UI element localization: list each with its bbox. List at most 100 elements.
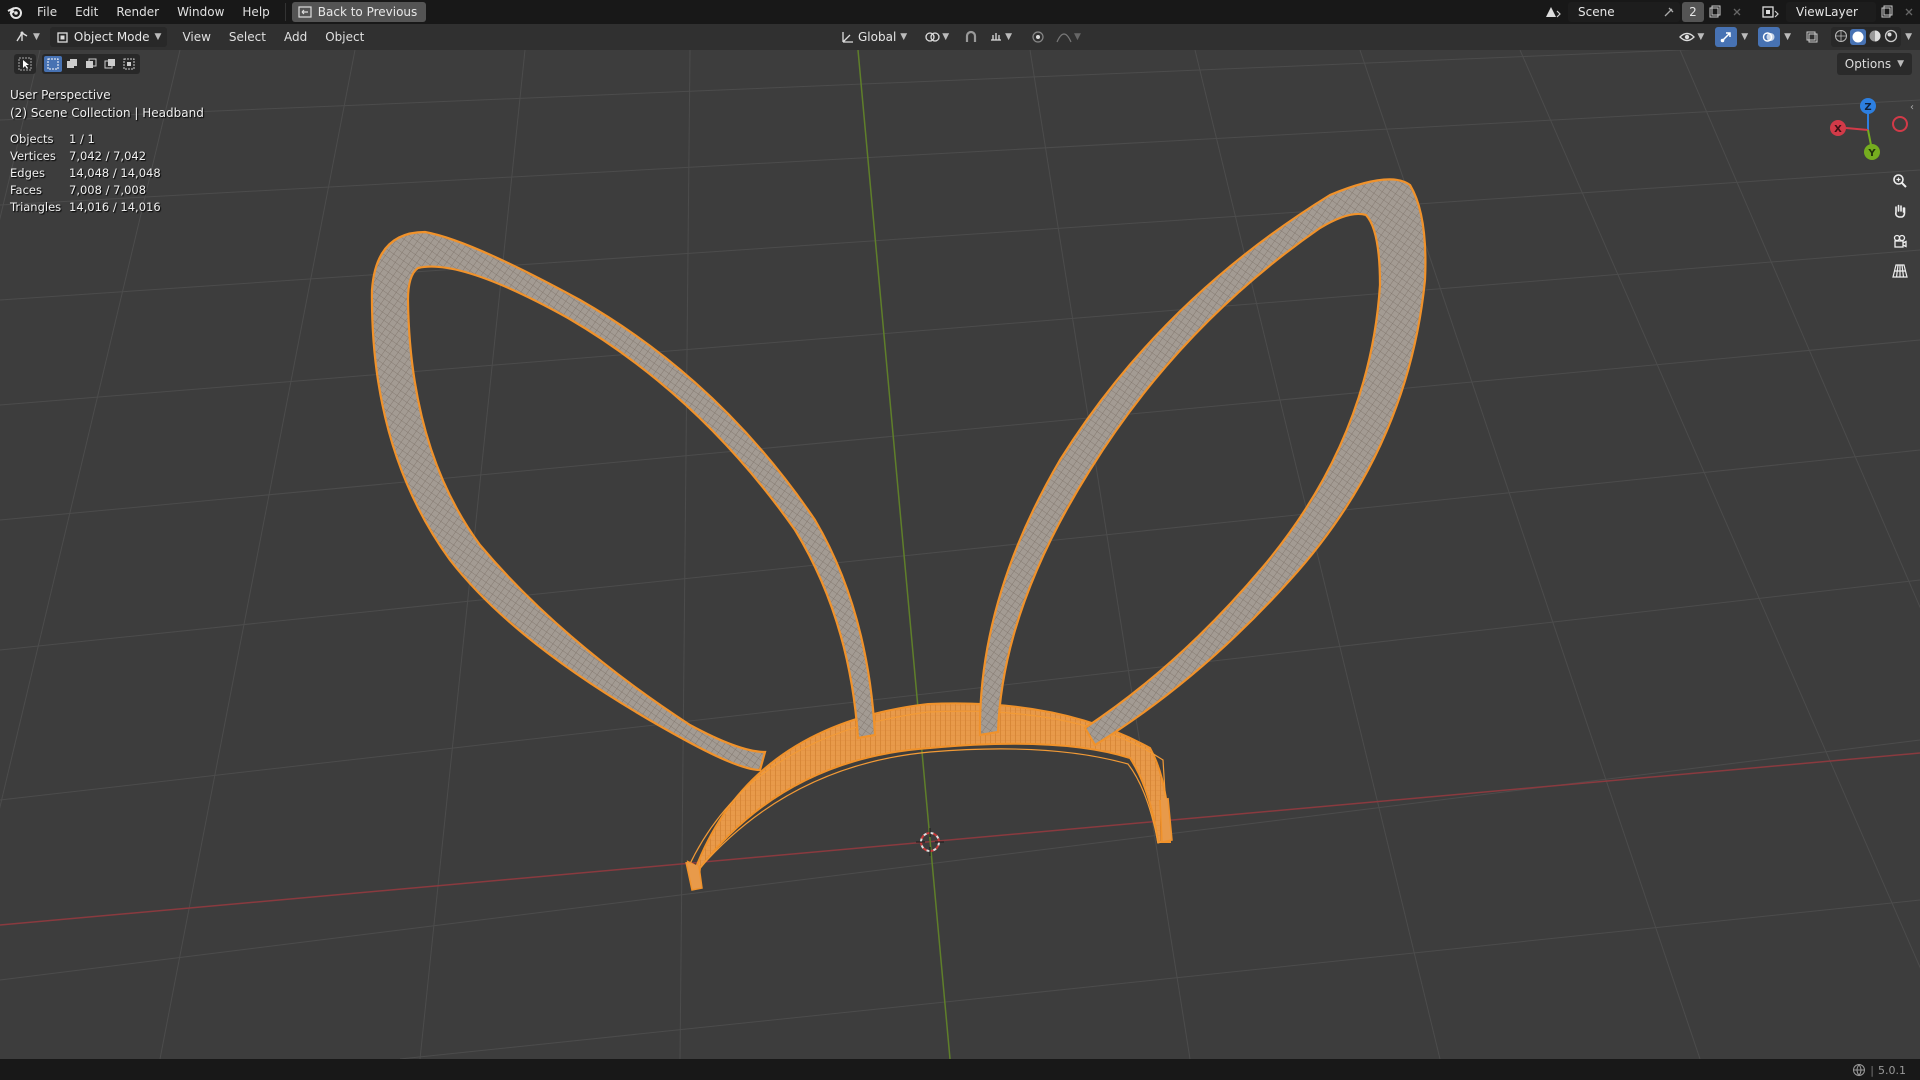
chevron-down-icon[interactable]: ▼ <box>1784 32 1791 42</box>
stat-value: 14,048 / 14,048 <box>69 166 161 180</box>
new-scene-icon[interactable] <box>1704 2 1726 22</box>
solid-shading-icon[interactable] <box>1850 29 1867 45</box>
menu-window[interactable]: Window <box>168 0 233 24</box>
xray-toggle[interactable] <box>1801 27 1823 47</box>
topbar-right: Scene 2 ViewLayer <box>1540 0 1920 24</box>
visibility-dropdown[interactable]: ▼ <box>1676 27 1707 47</box>
stat-label: Vertices <box>10 149 56 163</box>
gizmo-z-label: Z <box>1864 102 1871 113</box>
tool-row <box>14 54 140 74</box>
viewlayer-name-field[interactable]: ViewLayer <box>1786 5 1858 19</box>
menu-file[interactable]: File <box>28 0 66 24</box>
grid-icon <box>1892 264 1908 278</box>
viewport-background <box>0 50 1920 1059</box>
perspective-toggle-button[interactable] <box>1888 259 1912 283</box>
chevron-down-icon: ▼ <box>1697 32 1705 42</box>
pin-icon[interactable] <box>1658 2 1680 22</box>
camera-view-button[interactable] <box>1888 229 1912 253</box>
version-label: 5.0.1 <box>1878 1063 1906 1077</box>
transform-orientation-icon <box>842 32 853 43</box>
viewport-display-tools: ▼ ▼ ▼ ▼ <box>1676 27 1912 47</box>
select-invert-icon[interactable] <box>101 56 119 72</box>
stat-row: Vertices 7,042 / 7,042 <box>10 148 161 165</box>
select-subtract-icon[interactable] <box>82 56 100 72</box>
object-mode-icon <box>57 31 68 43</box>
version-separator: | <box>1870 1063 1874 1077</box>
selection-mode-group <box>42 54 140 74</box>
delete-viewlayer-icon[interactable] <box>1898 2 1920 22</box>
viewport-info-overlay: User Perspective (2) Scene Collection | … <box>10 86 204 122</box>
menu-add[interactable]: Add <box>275 30 316 44</box>
shading-modes <box>1831 27 1902 47</box>
delete-scene-icon[interactable] <box>1726 2 1748 22</box>
collapse-arrow-icon[interactable]: ‹ <box>1910 102 1914 113</box>
chevron-down-icon[interactable]: ▼ <box>1905 32 1912 42</box>
version-indicator: | 5.0.1 <box>1852 1063 1906 1077</box>
menu-help[interactable]: Help <box>233 0 278 24</box>
menu-edit[interactable]: Edit <box>66 0 107 24</box>
rendered-shading-icon[interactable] <box>1884 29 1898 46</box>
back-icon <box>298 6 312 18</box>
select-tool-button[interactable] <box>14 54 36 74</box>
pivot-point-dropdown[interactable]: ▼ <box>921 27 952 47</box>
object-mode-dropdown[interactable]: Object Mode ▼ <box>49 27 168 47</box>
snap-toggle[interactable] <box>960 27 982 47</box>
menu-separator <box>284 3 286 21</box>
menu-view[interactable]: View <box>173 30 219 44</box>
snap-increment-icon <box>991 33 1002 41</box>
back-to-previous-button[interactable]: Back to Previous <box>291 2 427 22</box>
menu-render[interactable]: Render <box>107 0 168 24</box>
zoom-button[interactable] <box>1888 169 1912 193</box>
stat-label: Objects <box>10 132 54 146</box>
select-new-icon[interactable] <box>44 56 62 72</box>
chevron-down-icon[interactable]: ▼ <box>1741 32 1748 42</box>
navigation-gizmo[interactable]: Z X Y <box>1826 92 1916 162</box>
zoom-icon <box>1893 174 1907 188</box>
viewport-header: ▼ Object Mode ▼ View Select Add Object G… <box>0 24 1920 50</box>
wireframe-shading-icon[interactable] <box>1834 29 1848 46</box>
stat-value: 7,042 / 7,042 <box>69 149 147 163</box>
perspective-label: User Perspective <box>10 88 111 102</box>
stat-row: Objects 1 / 1 <box>10 131 161 148</box>
editor-type-icon <box>16 31 28 42</box>
chevron-down-icon: ▼ <box>33 32 40 42</box>
snap-target-dropdown[interactable]: ▼ <box>986 27 1015 47</box>
blender-logo-icon[interactable] <box>2 0 28 24</box>
viewlayer-icon[interactable] <box>1756 2 1786 22</box>
stat-row: Edges 14,048 / 14,048 <box>10 165 161 182</box>
proportional-falloff-dropdown[interactable]: ▼ <box>1053 27 1084 47</box>
select-extend-icon[interactable] <box>63 56 81 72</box>
options-dropdown[interactable]: Options ▼ <box>1836 53 1912 75</box>
scene-statistics: Objects 1 / 1 Vertices 7,042 / 7,042 Edges… <box>10 131 161 216</box>
scene-name-field[interactable]: Scene <box>1568 5 1658 19</box>
editor-type-dropdown[interactable]: ▼ <box>8 27 46 47</box>
scene-user-count[interactable]: 2 <box>1682 2 1704 22</box>
menu-object[interactable]: Object <box>316 30 373 44</box>
proportional-icon <box>1032 31 1044 43</box>
3d-viewport[interactable] <box>0 50 1920 1059</box>
gizmo-neg-x[interactable] <box>1892 116 1908 132</box>
select-intersect-icon[interactable] <box>120 56 138 72</box>
new-viewlayer-icon[interactable] <box>1876 2 1898 22</box>
xray-icon <box>1806 31 1818 43</box>
transform-tools: Global ▼ ▼ ▼ ▼ <box>836 27 1084 47</box>
pan-button[interactable] <box>1888 199 1912 223</box>
gizmo-icon <box>1720 32 1731 43</box>
overlay-toggle[interactable] <box>1758 27 1781 47</box>
top-menu-bar: File Edit Render Window Help Back to Pre… <box>0 0 1920 24</box>
gizmo-toggle[interactable] <box>1715 27 1738 47</box>
chevron-down-icon: ▼ <box>900 32 908 42</box>
gizmo-y-label: Y <box>1867 148 1876 159</box>
material-shading-icon[interactable] <box>1868 29 1882 46</box>
viewlayer-selector[interactable]: ViewLayer <box>1786 2 1876 22</box>
camera-icon <box>1893 234 1907 248</box>
options-label: Options <box>1844 57 1892 71</box>
transform-orientation-label: Global <box>858 30 897 44</box>
stat-label: Faces <box>10 183 42 197</box>
scene-icon[interactable] <box>1540 2 1568 22</box>
menu-select[interactable]: Select <box>220 30 275 44</box>
select-tool-icon <box>18 57 32 71</box>
transform-orientation-dropdown[interactable]: Global ▼ <box>836 27 911 47</box>
scene-selector[interactable]: Scene <box>1568 2 1680 22</box>
proportional-editing-toggle[interactable] <box>1027 27 1049 47</box>
